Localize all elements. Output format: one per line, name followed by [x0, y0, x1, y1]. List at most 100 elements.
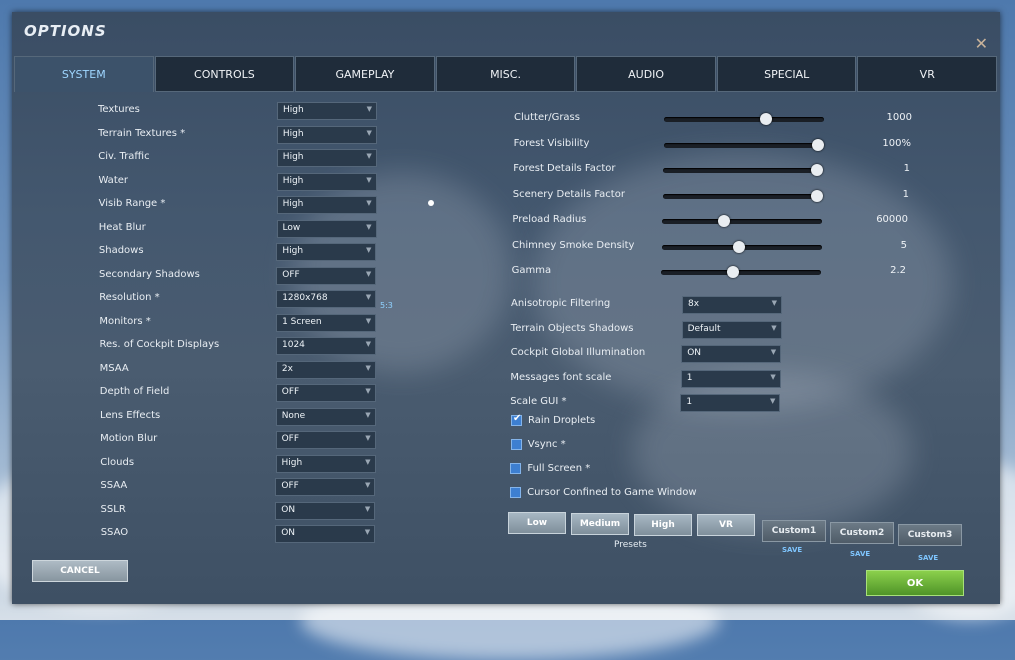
chevron-down-icon: ▼ [366, 222, 372, 231]
tab-special[interactable]: SPECIAL [716, 56, 857, 92]
setting-label: Civ. Traffic [98, 151, 150, 162]
chevron-down-icon: ▼ [366, 128, 372, 137]
setting-label: Depth of Field [99, 386, 170, 397]
slider-value: 1000 [886, 112, 912, 123]
slider-knob[interactable] [717, 215, 730, 227]
setting-dropdown[interactable]: Low ▼ [276, 219, 377, 238]
ok-button[interactable]: OK [866, 570, 964, 596]
preset-low-button[interactable]: Low [508, 512, 566, 534]
dropdown-value: 1280x768 [282, 293, 328, 303]
setting-label: Lens Effects [99, 409, 161, 421]
setting-dropdown[interactable]: ON ▼ [681, 345, 782, 363]
chevron-down-icon: ▼ [365, 387, 371, 395]
slider-track[interactable] [661, 266, 821, 278]
save-preset-link[interactable]: SAVE [918, 554, 938, 562]
checkbox[interactable] [510, 487, 522, 498]
chevron-down-icon: ▼ [366, 105, 372, 113]
slider-track[interactable] [663, 138, 824, 151]
chevron-down-icon: ▼ [770, 372, 776, 381]
setting-dropdown[interactable]: 2x ▼ [275, 360, 376, 379]
save-preset-link[interactable]: SAVE [850, 550, 870, 558]
setting-dropdown[interactable]: High ▼ [276, 125, 377, 144]
chevron-down-icon: ▼ [365, 269, 372, 278]
setting-label: Terrain Textures * [98, 127, 186, 139]
mouse-cursor [428, 200, 434, 206]
slider-label: Forest Details Factor [513, 163, 616, 174]
preset-high-button[interactable]: High [634, 513, 692, 536]
setting-dropdown[interactable]: High ▼ [277, 102, 377, 120]
checkbox[interactable] [510, 463, 522, 474]
tab-gameplay[interactable]: GAMEPLAY [295, 56, 435, 92]
setting-dropdown[interactable]: None ▼ [275, 407, 376, 426]
slider-knob[interactable] [732, 240, 745, 253]
slider-knob[interactable] [811, 164, 823, 176]
setting-dropdown[interactable]: Default ▼ [681, 320, 782, 339]
dropdown-value: 1024 [282, 340, 305, 350]
tab-audio[interactable]: AUDIO [576, 56, 716, 92]
tab-misc[interactable]: MISC. [435, 56, 576, 92]
slider-knob[interactable] [759, 113, 772, 125]
slider-track[interactable] [664, 113, 824, 125]
dropdown-value: 8x [688, 299, 700, 309]
setting-label: Res. of Cockpit Displays [99, 339, 220, 350]
setting-dropdown[interactable]: ON ▼ [275, 501, 376, 520]
setting-dropdown[interactable]: OFF ▼ [276, 266, 377, 285]
chevron-down-icon: ▼ [365, 410, 371, 419]
slider-track[interactable] [661, 240, 822, 253]
setting-label: Cockpit Global Illumination [510, 347, 646, 358]
setting-dropdown[interactable]: 1024 ▼ [276, 337, 376, 355]
setting-dropdown[interactable]: High ▼ [276, 196, 377, 214]
dropdown-value: High [282, 246, 304, 256]
chevron-down-icon: ▼ [771, 299, 777, 307]
preset-vr-button[interactable]: VR [697, 514, 755, 537]
setting-dropdown[interactable]: OFF ▼ [275, 478, 376, 496]
slider-track[interactable] [662, 215, 822, 227]
setting-dropdown[interactable]: High ▼ [276, 243, 377, 261]
setting-label: Terrain Objects Shadows [510, 322, 634, 334]
options-dialog: OPTIONS ✕ SYSTEM CONTROLS GAMEPLAY MISC.… [12, 12, 1000, 604]
setting-dropdown[interactable]: 1 Screen ▼ [276, 313, 377, 332]
slider-knob[interactable] [810, 189, 823, 202]
setting-dropdown[interactable]: OFF ▼ [275, 384, 376, 402]
slider-label: Clutter/Grass [514, 112, 580, 123]
slider-knob[interactable] [811, 138, 824, 151]
setting-dropdown[interactable]: 8x ▼ [682, 296, 782, 314]
slider-value: 5 [900, 239, 907, 251]
slider-label: Gamma [511, 265, 552, 276]
checkbox[interactable] [510, 439, 522, 450]
preset-custom3-button[interactable]: Custom3 [898, 524, 962, 546]
setting-dropdown[interactable]: ON ▼ [275, 525, 376, 543]
chevron-down-icon: ▼ [364, 528, 371, 536]
dropdown-value: OFF [282, 269, 300, 280]
preset-medium-button[interactable]: Medium [571, 512, 629, 535]
slider-track[interactable] [663, 164, 823, 176]
tab-vr[interactable]: VR [857, 56, 998, 92]
resolution-aspect-ratio: 5:3 [380, 301, 393, 310]
preset-custom2-button[interactable]: Custom2 [830, 522, 894, 544]
preset-custom1-button[interactable]: Custom1 [762, 520, 826, 542]
setting-dropdown[interactable]: High ▼ [276, 172, 377, 191]
close-icon[interactable]: ✕ [975, 34, 988, 53]
setting-label: Secondary Shadows [99, 268, 200, 280]
setting-label: Textures [98, 104, 140, 115]
slider-track[interactable] [662, 189, 823, 202]
chevron-down-icon: ▼ [771, 323, 777, 332]
setting-dropdown[interactable]: High ▼ [275, 454, 376, 473]
slider-label: Chimney Smoke Density [512, 239, 635, 251]
dropdown-value: ON [281, 528, 296, 538]
setting-dropdown[interactable]: High ▼ [276, 149, 377, 167]
tab-system[interactable]: SYSTEM [14, 56, 154, 92]
save-preset-link[interactable]: SAVE [782, 546, 802, 554]
setting-dropdown[interactable]: 1 ▼ [680, 369, 781, 388]
chevron-down-icon: ▼ [366, 199, 372, 207]
checkbox[interactable]: ✔ [511, 413, 522, 426]
dropdown-value: Low [282, 222, 301, 233]
dialog-title: OPTIONS [24, 22, 107, 40]
dropdown-value: High [282, 128, 304, 139]
dropdown-value: 1 Screen [282, 316, 322, 327]
cancel-button[interactable]: CANCEL [32, 560, 128, 582]
setting-dropdown[interactable]: 1 ▼ [680, 394, 781, 412]
tab-controls[interactable]: CONTROLS [154, 56, 295, 92]
setting-dropdown[interactable]: 1280x768 ▼ [276, 290, 377, 308]
setting-dropdown[interactable]: OFF ▼ [275, 431, 376, 449]
